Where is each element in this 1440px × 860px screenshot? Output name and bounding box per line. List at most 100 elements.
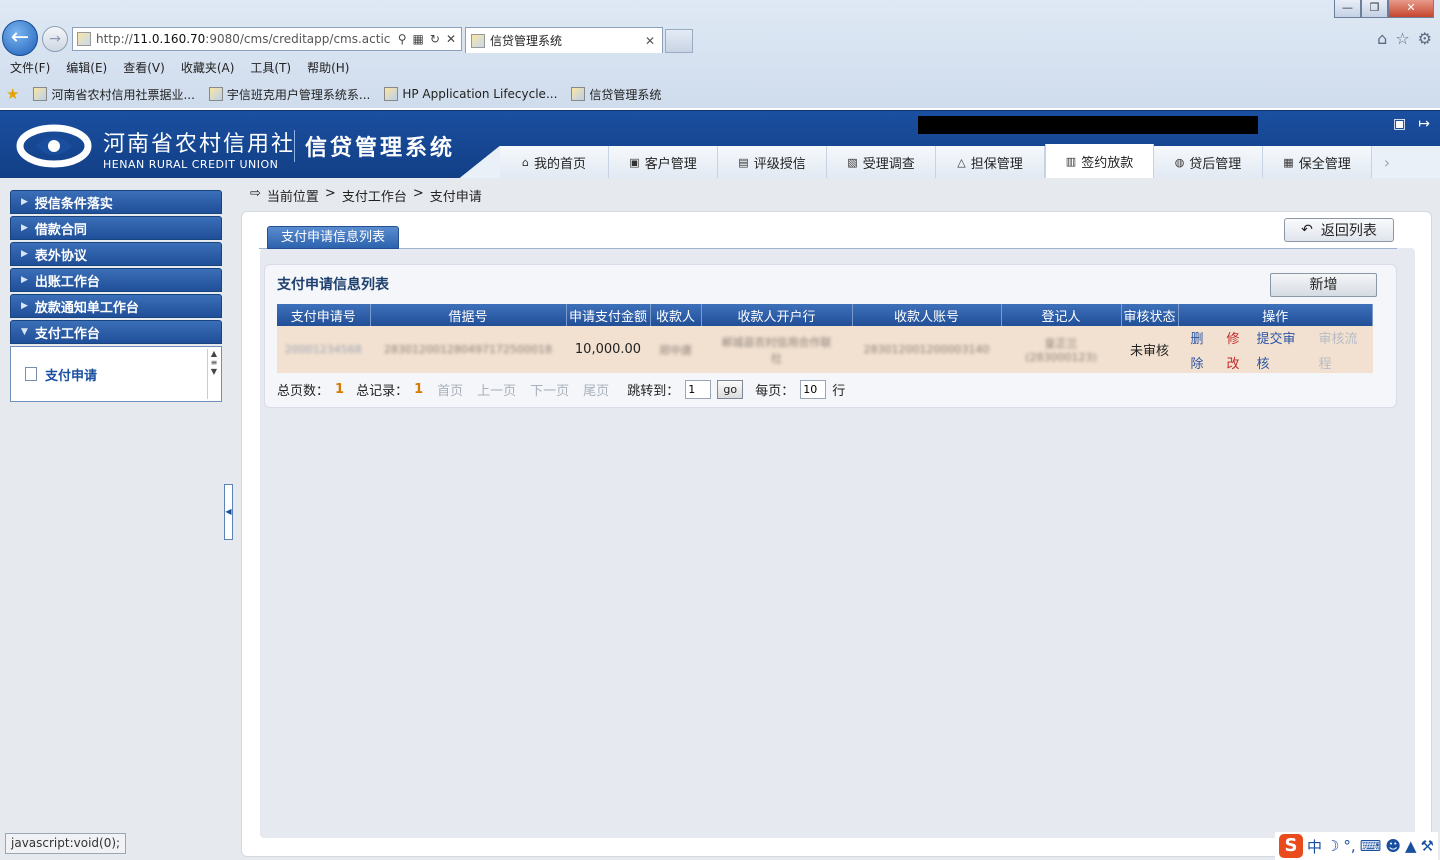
skin-icon[interactable]: ▲ bbox=[1405, 837, 1417, 855]
keyboard-icon[interactable]: ⌨ bbox=[1360, 837, 1382, 855]
cell-apply-no[interactable]: 20001234568 bbox=[277, 326, 371, 373]
sidebar-item-loan-contract[interactable]: ▶ 借款合同 bbox=[10, 216, 222, 240]
favorite-link[interactable]: 宇信班克用户管理系统系... bbox=[208, 86, 370, 103]
jump-page-input[interactable] bbox=[685, 380, 712, 399]
menu-favorites[interactable]: 收藏夹(A) bbox=[181, 59, 235, 76]
col-bank[interactable]: 收款人开户行 bbox=[701, 304, 853, 326]
new-tab-button[interactable] bbox=[665, 29, 693, 53]
stop-icon[interactable]: ✕ bbox=[446, 32, 456, 46]
back-to-list-button[interactable]: ↶ 返回列表 bbox=[1284, 218, 1394, 242]
menu-edit[interactable]: 编辑(E) bbox=[66, 59, 107, 76]
brand-title: 河南省农村信用社 HENAN RURAL CREDIT UNION bbox=[103, 126, 295, 171]
return-arrow-icon: ↶ bbox=[1301, 222, 1313, 238]
go-button[interactable]: go bbox=[717, 380, 744, 399]
last-page-link[interactable]: 尾页 bbox=[583, 380, 609, 399]
delete-link[interactable]: 除 bbox=[1191, 353, 1227, 372]
favorites-bar: ★ 河南省农村信用社票据业... 宇信班克用户管理系统系... HP Appli… bbox=[0, 81, 1440, 107]
customer-icon: ▣ bbox=[629, 155, 640, 169]
favorites-star-icon[interactable]: ★ bbox=[6, 85, 19, 103]
nav-rating[interactable]: ▤ 评级授信 bbox=[718, 146, 827, 178]
browser-tab[interactable]: 信贷管理系统 ✕ bbox=[465, 27, 663, 53]
cell-status: 未审核 bbox=[1121, 326, 1179, 373]
sidebar-item-credit-conditions[interactable]: ▶ 授信条件落实 bbox=[10, 190, 222, 214]
col-loan-no[interactable]: 借据号 bbox=[370, 304, 567, 326]
favorite-link[interactable]: 信贷管理系统 bbox=[571, 86, 661, 103]
nav-post-loan[interactable]: ◍ 贷后管理 bbox=[1154, 146, 1263, 178]
nav-preservation[interactable]: ▦ 保全管理 bbox=[1263, 146, 1372, 178]
nav-guarantee[interactable]: △ 担保管理 bbox=[936, 146, 1045, 178]
nav-scroll-right-icon[interactable]: › bbox=[1372, 146, 1402, 178]
list-title: 支付申请信息列表 bbox=[277, 277, 389, 293]
punctuation-icon[interactable]: °, bbox=[1343, 837, 1355, 855]
window-controls: — ❐ ✕ bbox=[1334, 0, 1434, 18]
nav-customer[interactable]: ▣ 客户管理 bbox=[609, 146, 718, 178]
moon-icon[interactable]: ☽ bbox=[1326, 837, 1339, 855]
next-page-link[interactable]: 下一页 bbox=[530, 380, 569, 399]
delete-link[interactable]: 删 bbox=[1191, 328, 1227, 347]
refresh-icon[interactable]: ↻ bbox=[430, 32, 440, 46]
sidebar: ▶ 授信条件落实 ▶ 借款合同 ▶ 表外协议 ▶ 出账工作台 ▶ 放款通知单工作台 ▼ 支付… bbox=[10, 190, 222, 402]
address-url[interactable]: http://11.0.160.70:9080/cms/creditapp/cm… bbox=[96, 32, 390, 46]
logout-icon[interactable]: ↦ bbox=[1418, 116, 1430, 132]
menu-tools[interactable]: 工具(T) bbox=[250, 59, 291, 76]
tab-close-icon[interactable]: ✕ bbox=[645, 34, 662, 48]
tab-payment-apply-list[interactable]: 支付申请信息列表 bbox=[267, 226, 399, 249]
pagination: 总页数： 1 总记录： 1 首页 上一页 下一页 尾页 跳转到： go 每页： 行 bbox=[277, 380, 845, 399]
add-button[interactable]: 新增 bbox=[1270, 273, 1377, 297]
per-page-input[interactable] bbox=[800, 380, 827, 399]
header-icons: ▣ ↦ bbox=[1393, 116, 1430, 132]
favorite-link[interactable]: HP Application Lifecycle... bbox=[384, 87, 557, 101]
maximize-button[interactable]: ❐ bbox=[1361, 0, 1388, 18]
user-icon[interactable]: ☻ bbox=[1385, 837, 1401, 855]
first-page-link[interactable]: 首页 bbox=[437, 380, 463, 399]
total-pages: 1 bbox=[335, 382, 345, 397]
nav-investigation[interactable]: ▧ 受理调查 bbox=[827, 146, 936, 178]
nav-home[interactable]: ⌂ 我的首页 bbox=[500, 146, 609, 178]
menu-help[interactable]: 帮助(H) bbox=[307, 59, 349, 76]
menu-file[interactable]: 文件(F) bbox=[10, 59, 50, 76]
settings-gear-icon[interactable]: ⚙ bbox=[1418, 29, 1432, 48]
jump-label: 跳转到： bbox=[627, 384, 680, 399]
close-window-button[interactable]: ✕ bbox=[1388, 0, 1434, 18]
sidebar-item-off-balance[interactable]: ▶ 表外协议 bbox=[10, 242, 222, 266]
address-bar[interactable]: http://11.0.160.70:9080/cms/creditapp/cm… bbox=[72, 27, 462, 51]
sogou-logo-icon[interactable]: S bbox=[1278, 834, 1303, 858]
favorites-star-icon[interactable]: ☆ bbox=[1395, 29, 1409, 48]
sidebar-collapse-handle[interactable]: ◀ bbox=[224, 484, 233, 540]
tools-icon[interactable]: ⚒ bbox=[1421, 837, 1434, 855]
preservation-icon: ▦ bbox=[1283, 155, 1294, 169]
minimize-button[interactable]: — bbox=[1334, 0, 1361, 18]
table-header-row: 支付申请号 借据号 申请支付金额 收款人 收款人开户行 收款人账号 登记人 审核… bbox=[277, 304, 1373, 326]
monitor-icon[interactable]: ▣ bbox=[1393, 116, 1406, 132]
prev-page-link[interactable]: 上一页 bbox=[477, 380, 516, 399]
page-icon bbox=[208, 87, 223, 101]
nav-signing-loan[interactable]: ▥ 签约放款 bbox=[1045, 144, 1154, 178]
col-registrar[interactable]: 登记人 bbox=[1001, 304, 1122, 326]
modify-link[interactable]: 修 bbox=[1227, 328, 1257, 347]
cell-account: 283012001200003140 bbox=[852, 326, 1002, 373]
document-icon bbox=[25, 367, 37, 381]
search-icon[interactable]: ⚲ bbox=[398, 32, 407, 46]
col-status[interactable]: 审核状态 bbox=[1121, 304, 1179, 326]
col-payee[interactable]: 收款人 bbox=[650, 304, 702, 326]
menu-view[interactable]: 查看(V) bbox=[123, 59, 165, 76]
rating-icon: ▤ bbox=[738, 155, 749, 169]
forward-arrow-icon[interactable]: → bbox=[42, 26, 68, 52]
sidebar-item-disbursement-desk[interactable]: ▶ 出账工作台 bbox=[10, 268, 222, 292]
col-apply-no[interactable]: 支付申请号 bbox=[277, 304, 371, 326]
sidebar-scrollbar[interactable]: ▲ ≡ ▼ bbox=[207, 349, 220, 399]
sidebar-item-notice-desk[interactable]: ▶ 放款通知单工作台 bbox=[10, 294, 222, 318]
col-amount[interactable]: 申请支付金额 bbox=[566, 304, 651, 326]
compat-view-icon[interactable]: ▦ bbox=[413, 32, 424, 46]
redacted-user-info bbox=[918, 116, 1258, 134]
modify-link[interactable]: 改 bbox=[1227, 353, 1257, 372]
sidebar-item-payment-desk[interactable]: ▼ 支付工作台 bbox=[10, 320, 222, 344]
submit-review-link[interactable]: 核 bbox=[1257, 353, 1319, 372]
col-account[interactable]: 收款人账号 bbox=[852, 304, 1002, 326]
back-arrow-icon[interactable]: ← bbox=[2, 20, 38, 56]
sidebar-item-payment-apply[interactable]: 支付申请 bbox=[45, 365, 97, 384]
ime-mode[interactable]: 中 bbox=[1307, 836, 1322, 857]
home-icon[interactable]: ⌂ bbox=[1377, 29, 1387, 48]
submit-review-link[interactable]: 提交审 bbox=[1257, 328, 1319, 347]
favorite-link[interactable]: 河南省农村信用社票据业... bbox=[33, 86, 195, 103]
